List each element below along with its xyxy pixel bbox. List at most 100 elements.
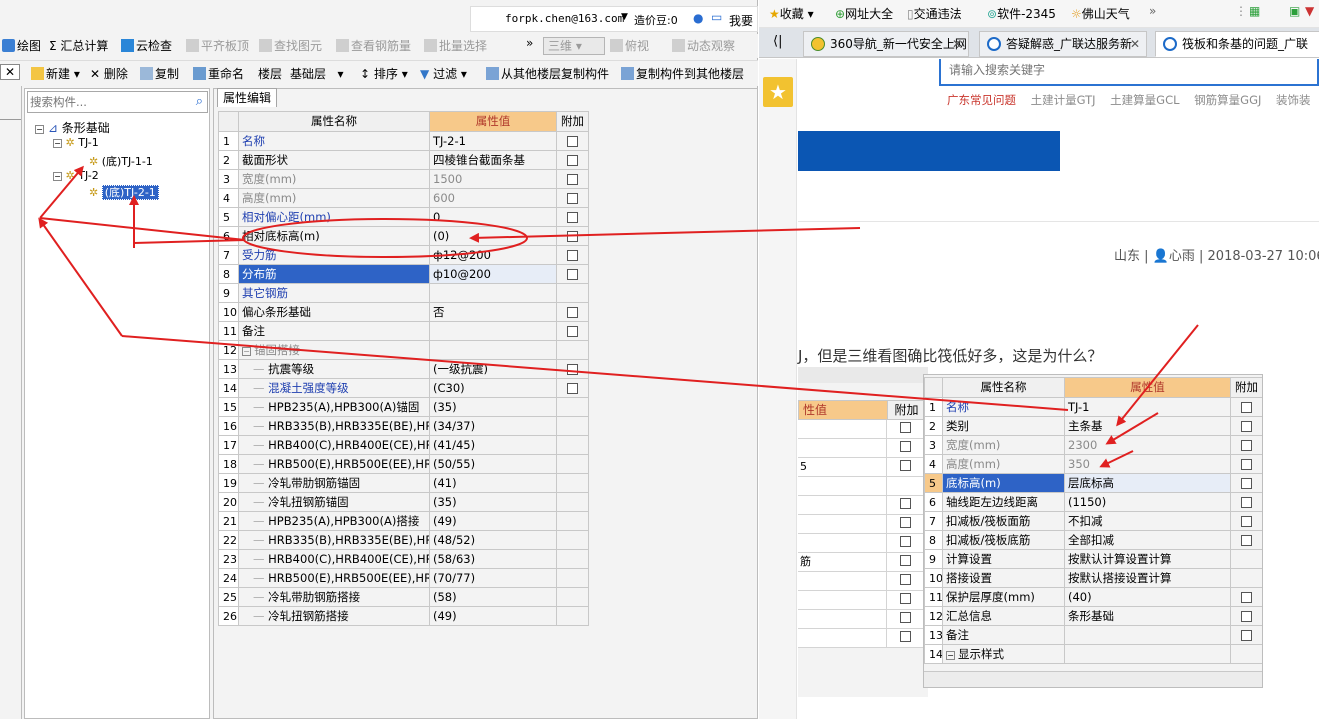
property-value[interactable]: (49) — [429, 511, 557, 531]
inner-property-value[interactable]: 350 — [1064, 454, 1231, 474]
bookmark-weather[interactable]: ☼佛山天气 — [1071, 5, 1130, 22]
search-input[interactable] — [30, 93, 182, 111]
apps-icon[interactable]: ▦ — [1249, 4, 1260, 18]
3d-view-select[interactable]: 三维 ▾ — [543, 37, 605, 55]
extra-checkbox[interactable] — [900, 517, 911, 528]
draw-button[interactable]: 绘图 — [2, 34, 41, 58]
close-tab-icon[interactable]: ✕ — [1130, 32, 1140, 56]
table-row[interactable]: 8 分布筋 ф10@200 — [218, 264, 589, 284]
extra-checkbox[interactable] — [1241, 401, 1252, 413]
batch-select-button[interactable]: 批量选择 — [424, 34, 487, 58]
inner-property-value[interactable]: 主条基 — [1064, 416, 1231, 436]
author-text[interactable]: 心雨 — [1169, 249, 1195, 264]
property-value[interactable]: (48/52) — [429, 530, 557, 550]
tab-property-edit[interactable]: 属性编辑 — [217, 88, 278, 107]
table-row[interactable]: 13— 抗震等级 (一级抗震) — [218, 359, 589, 379]
table-row[interactable]: 6 相对底标高(m) (0) — [218, 226, 589, 246]
table-row[interactable]: 21— HPB235(A),HPB300(A)搭接 (49) — [218, 511, 589, 531]
table-row[interactable]: 22— HRB335(B),HRB335E(BE),HRBF(48/52) — [218, 530, 589, 550]
sort-button[interactable]: ↕ 排序 ▾ — [360, 62, 408, 86]
table-row[interactable]: 24— HRB500(E),HRB500E(EE),HRBF (70/77) — [218, 568, 589, 588]
property-value[interactable]: (58/63) — [429, 549, 557, 569]
inner-scrollbar[interactable] — [924, 671, 1262, 687]
save-icon[interactable]: ▣ — [1289, 4, 1300, 18]
inner-property-value[interactable]: 层底标高 — [1064, 473, 1231, 493]
table-row[interactable]: 23— HRB400(C),HRB400E(CE),HRBF(58/63) — [218, 549, 589, 569]
extra-checkbox[interactable] — [1241, 629, 1252, 641]
collapse-toggle-icon[interactable]: − — [35, 125, 44, 134]
table-row[interactable]: 26— 冷轧扭钢筋搭接 (49) — [218, 606, 589, 626]
inner-property-value[interactable]: TJ-1 — [1064, 397, 1231, 417]
property-value[interactable]: ф12@200 — [429, 245, 557, 265]
extra-checkbox[interactable] — [900, 593, 911, 604]
property-value[interactable]: TJ-2-1 — [429, 131, 557, 151]
extra-checkbox[interactable] — [567, 211, 578, 223]
collapse-toggle-icon[interactable]: − — [242, 346, 251, 356]
inner-table-row[interactable]: 7 扣减板/筏板面筋 不扣减 — [924, 511, 1262, 531]
download-icon[interactable]: ▼ — [1305, 4, 1314, 18]
extra-checkbox[interactable] — [567, 154, 578, 166]
inner-table-row[interactable]: 14− 显示样式 — [924, 644, 1262, 664]
sum-calc-button[interactable]: Σ 汇总计算 — [49, 34, 108, 58]
table-row[interactable]: 19— 冷轧带肋钢筋锚固 (41) — [218, 473, 589, 493]
extra-checkbox[interactable] — [900, 460, 911, 471]
extra-checkbox[interactable] — [1241, 477, 1252, 489]
extra-checkbox[interactable] — [567, 230, 578, 242]
inner-property-value[interactable]: (1150) — [1064, 492, 1231, 512]
extra-checkbox[interactable] — [900, 631, 911, 642]
inner-table-row[interactable]: 12 汇总信息 条形基础 — [924, 606, 1262, 626]
property-value[interactable]: 0 — [429, 207, 557, 227]
table-row[interactable]: 17— HRB400(C),HRB400E(CE),HRBF(41/45) — [218, 435, 589, 455]
inner-table-row[interactable]: 9 计算设置 按默认计算设置计算 — [924, 549, 1262, 569]
property-value[interactable] — [429, 340, 557, 360]
tab-qa[interactable]: 答疑解惑_广联达服务新 ✕ — [979, 31, 1147, 57]
inner-table-row[interactable]: 1 名称 TJ-1 — [924, 397, 1262, 417]
extra-checkbox[interactable] — [900, 441, 911, 452]
table-row[interactable]: 18— HRB500(E),HRB500E(EE),HRBF (50/55) — [218, 454, 589, 474]
property-value[interactable]: (34/37) — [429, 416, 557, 436]
inner-property-value[interactable]: 按默认计算设置计算 — [1064, 549, 1231, 569]
extra-checkbox[interactable] — [567, 382, 578, 394]
tree-node-tj1[interactable]: − ✲ TJ-1 — [53, 136, 99, 149]
property-value[interactable]: (一级抗震) — [429, 359, 557, 379]
inner-property-value[interactable] — [1064, 644, 1231, 664]
extra-checkbox[interactable] — [567, 249, 578, 261]
extra-checkbox[interactable] — [900, 536, 911, 547]
search-icon[interactable]: ⌕ — [196, 94, 203, 109]
extra-checkbox[interactable] — [567, 306, 578, 318]
tree-node-tj1-1[interactable]: ✲ (底)TJ-1-1 — [89, 153, 153, 169]
collapse-toggle-icon[interactable]: − — [53, 139, 62, 148]
extra-checkbox[interactable] — [1241, 534, 1252, 546]
user-email[interactable]: forpk.chen@163.com — [505, 12, 624, 25]
more-bookmarks-icon[interactable]: » — [1149, 4, 1156, 18]
extra-checkbox[interactable] — [1241, 496, 1252, 508]
property-value[interactable]: (0) — [429, 226, 557, 246]
extra-checkbox[interactable] — [1241, 439, 1252, 451]
property-value[interactable]: 否 — [429, 302, 557, 322]
extra-checkbox[interactable] — [567, 173, 578, 185]
inner-table-row[interactable]: 5 底标高(m) 层底标高 — [924, 473, 1262, 493]
tree-node-tj2[interactable]: − ✲ TJ-2 — [53, 169, 99, 182]
find-element-button[interactable]: 查找图元 — [259, 34, 322, 58]
table-row[interactable]: 14— 混凝土强度等级 (C30) — [218, 378, 589, 398]
chat-icon[interactable]: ▭ — [711, 10, 722, 24]
extra-checkbox[interactable] — [567, 363, 578, 375]
top-view-button[interactable]: 俯视 — [610, 34, 649, 58]
extra-checkbox[interactable] — [1241, 591, 1252, 603]
extra-checkbox[interactable] — [900, 612, 911, 623]
inner-property-value[interactable]: 按默认搭接设置计算 — [1064, 568, 1231, 588]
inner-table-row[interactable]: 4 高度(mm) 350 — [924, 454, 1262, 474]
table-row[interactable]: 4 高度(mm) 600 — [218, 188, 589, 208]
property-value[interactable]: 600 — [429, 188, 557, 208]
property-value[interactable]: 1500 — [429, 169, 557, 189]
menu-dots-icon[interactable]: ⋮ — [1235, 4, 1247, 18]
extra-checkbox[interactable] — [1241, 420, 1252, 432]
property-value[interactable]: (41/45) — [429, 435, 557, 455]
extra-checkbox[interactable] — [567, 135, 578, 147]
close-tab-icon[interactable]: ✕ — [952, 32, 962, 56]
collapse-toggle-icon[interactable]: − — [946, 650, 955, 660]
delete-button[interactable]: ✕ 删除 — [90, 62, 128, 86]
table-row[interactable]: 5 相对偏心距(mm) 0 — [218, 207, 589, 227]
bookmark-traffic[interactable]: ▯交通违法 — [907, 5, 962, 22]
extra-checkbox[interactable] — [900, 422, 911, 433]
